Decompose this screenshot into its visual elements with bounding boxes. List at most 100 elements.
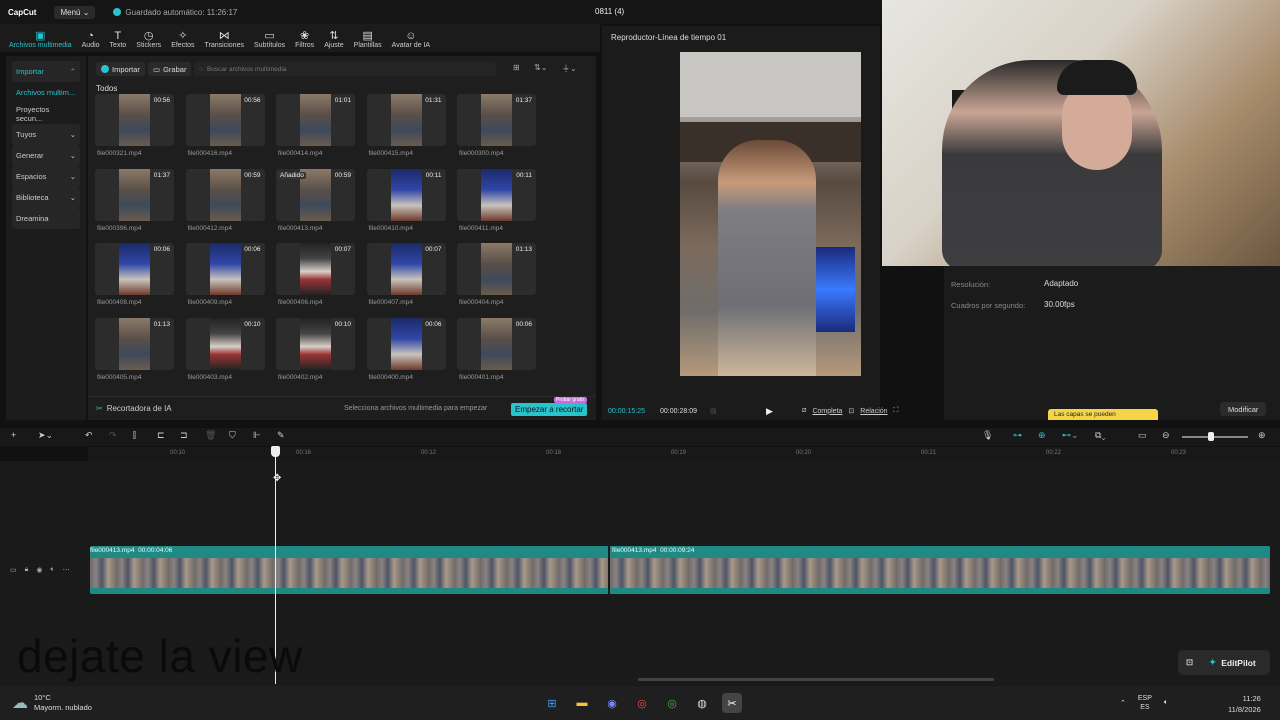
tab-transitions[interactable]: ⋈ Transiciones [200,30,249,52]
sidebar-item-import[interactable]: Importar ⌃ [12,61,80,82]
media-thumbnail[interactable]: 00:56 file000321.mp4 [95,94,174,169]
media-thumbnail[interactable]: 01:13 file000405.mp4 [95,317,174,393]
microphone-icon[interactable]: 🎙 [982,430,993,441]
tab-effects[interactable]: ✧ Efectos [166,30,199,52]
media-thumbnail[interactable]: 00:10 file000403.mp4 [185,317,265,393]
record-button[interactable]: ▭ Grabar [148,62,192,76]
tab-subtitles[interactable]: ▭ Subtítulos [249,30,290,52]
gallery-icon[interactable]: ⊡ [1186,657,1193,668]
media-thumbnail[interactable]: 00:06 file000408.mp4 [95,243,174,318]
sidebar-item-secondary-projects[interactable]: Proyectos secun... [12,103,80,124]
add-track-icon[interactable]: + [11,430,16,440]
media-thumbnail[interactable]: 01:37 file000300.mp4 [457,94,536,169]
timeline-scrollbar[interactable] [638,678,994,681]
tab-filters[interactable]: ❀ Filtros [290,30,319,52]
media-thumbnail[interactable]: 01:37 file000396.mp4 [95,168,174,244]
tab-adjust[interactable]: ⇅ Ajuste [319,30,348,52]
play-icon[interactable]: ▶ [766,406,773,417]
capcut-icon[interactable]: ✂ [722,693,742,713]
delete-icon[interactable]: 🗑 [205,430,216,441]
sidebar-item-yours[interactable]: Tuyos ⌄ [12,124,80,145]
media-thumbnail[interactable]: 00:56 file000416.mp4 [185,94,265,169]
chevron-up-icon[interactable]: ⌃ [1120,699,1126,707]
sort-icon[interactable]: ⇅⌄ [534,63,547,72]
media-thumbnail[interactable]: 00:59 file000412.mp4 [185,168,265,244]
freeze-icon[interactable]: ⊩ [253,430,261,441]
fullscreen-icon[interactable]: ⛶ [894,407,899,415]
undo-icon[interactable]: ↶ [85,430,93,441]
tab-audio[interactable]: ◔ Audio [77,30,105,52]
lock-icon[interactable]: 🔒︎ [25,566,29,574]
zoom-in-icon[interactable]: ⊕ [1258,430,1266,441]
zoom-out-icon[interactable]: ⊖ [1162,430,1170,441]
editpilot-button[interactable]: ⊡ ✦ EditPilot [1178,650,1270,675]
split-icon[interactable]: ⫿ [133,430,136,441]
trim-left-icon[interactable]: ⊏ [157,430,165,441]
video-preview[interactable] [680,52,861,376]
speaker-icon[interactable]: 🔈︎ [1164,699,1168,707]
aspect-ratio-button[interactable]: Relación [860,408,887,415]
chrome-alt-icon[interactable]: ◎ [662,693,682,713]
chrome-icon[interactable]: ◎ [632,693,652,713]
snap-icon[interactable]: ⊷⌄ [1062,430,1079,441]
filter-funnel-icon[interactable]: ⏚⌄ [562,63,577,74]
visibility-icon[interactable]: ◉ [36,566,42,574]
zoom-slider[interactable] [1182,436,1248,438]
media-thumbnail[interactable]: 01:01 file000414.mp4 [276,94,355,169]
media-thumbnail[interactable]: 00:11 file000410.mp4 [366,168,446,244]
media-thumbnail[interactable]: 00:59 Añadido file000413.mp4 [276,168,355,244]
tab-stickers[interactable]: ◷ Stickers [131,30,166,52]
media-thumbnail[interactable]: 00:06 file000409.mp4 [185,243,265,318]
magnet-icon[interactable]: ⊕ [1038,430,1046,441]
sidebar-item-library[interactable]: Biblioteca ⌄ [12,187,80,208]
redo-icon[interactable]: ↷ [109,430,117,441]
select-tool-icon[interactable]: ➤⌄ [38,430,53,441]
weather-widget[interactable]: ☁ 10°C Mayorm. nublado [12,693,92,713]
media-thumbnail[interactable]: 00:07 file000407.mp4 [366,243,446,318]
caption-icon[interactable]: ▭ [1138,430,1147,441]
cover-icon[interactable]: ▭ [10,566,17,574]
volume-icon[interactable]: 🔈︎ [50,566,54,574]
tab-media[interactable]: ▣ Archivos multimedia [4,30,77,52]
discord-icon[interactable]: ◉ [602,693,622,713]
trim-right-icon[interactable]: ⊐ [180,430,188,441]
sidebar-item-generate[interactable]: Generar ⌄ [12,145,80,166]
media-thumbnail[interactable]: 00:10 file000402.mp4 [276,317,355,393]
system-clock[interactable]: 11:26 11/8/2026 [1228,693,1261,715]
tab-templates[interactable]: ▤ Plantillas [349,30,387,52]
ai-trimmer-label[interactable]: ✂ Recortadora de IA [96,404,172,413]
menu-button[interactable]: Menú ⌄ [54,5,96,19]
modify-button[interactable]: Modificar [1220,402,1267,416]
zoom-slider-handle[interactable] [1208,432,1214,441]
media-thumbnail[interactable]: 00:06 file000401.mp4 [457,317,536,393]
list-icon[interactable]: ▤ [710,407,717,415]
import-button[interactable]: Importar [96,62,145,76]
start-icon[interactable]: ⊞ [542,693,562,713]
search-input[interactable]: ○ Buscar archivos multimedia [194,62,496,76]
sidebar-item-media-files[interactable]: Archivos multim... [12,82,80,103]
media-thumbnail[interactable]: 01:31 file000415.mp4 [366,94,446,169]
video-track[interactable]: file000413.mp4 00:00:04:06 file000413.mp… [90,546,1270,594]
file-explorer-icon[interactable]: ▬ [572,693,592,713]
crop-icon[interactable]: ⧄ [802,407,806,415]
marker-icon[interactable]: ⛉ [229,430,236,441]
link-icon[interactable]: ⊶ [1013,430,1022,441]
sidebar-item-dreamina[interactable]: Dreamina [12,208,80,229]
preview-axis-icon[interactable]: ⧉⌄ [1095,430,1106,441]
edit-icon[interactable]: ✎ [277,430,285,441]
sidebar-item-spaces[interactable]: Espacios ⌄ [12,166,80,187]
media-thumbnail[interactable]: 01:13 file000404.mp4 [457,243,536,318]
obs-icon[interactable]: ◍ [692,693,712,713]
quality-full-button[interactable]: Completa [812,408,842,415]
language-indicator[interactable]: ESP ES [1138,694,1152,712]
media-thumbnail[interactable]: 00:11 file000411.mp4 [457,168,536,244]
media-thumbnail[interactable]: 00:06 file000400.mp4 [366,317,446,393]
more-icon[interactable]: ⋯ [63,566,70,574]
start-trimming-button[interactable]: Empezar a recortar [511,403,588,416]
tab-ai-avatar[interactable]: ☺ Avatar de IA [387,30,435,52]
timeline-ruler[interactable]: 00:10 00:16 00:12 00:18 00:19 00:20 00:2… [88,447,1280,461]
screenshot-icon[interactable]: ⊡ [848,407,854,415]
media-thumbnail[interactable]: 00:07 file000406.mp4 [276,243,355,318]
grid-view-icon[interactable]: ⊞ [513,63,520,72]
timeline-area[interactable]: ▭ 🔒︎ ◉ 🔈︎ ⋯ file000413.mp4 00:00:04:06 f… [0,446,1280,686]
